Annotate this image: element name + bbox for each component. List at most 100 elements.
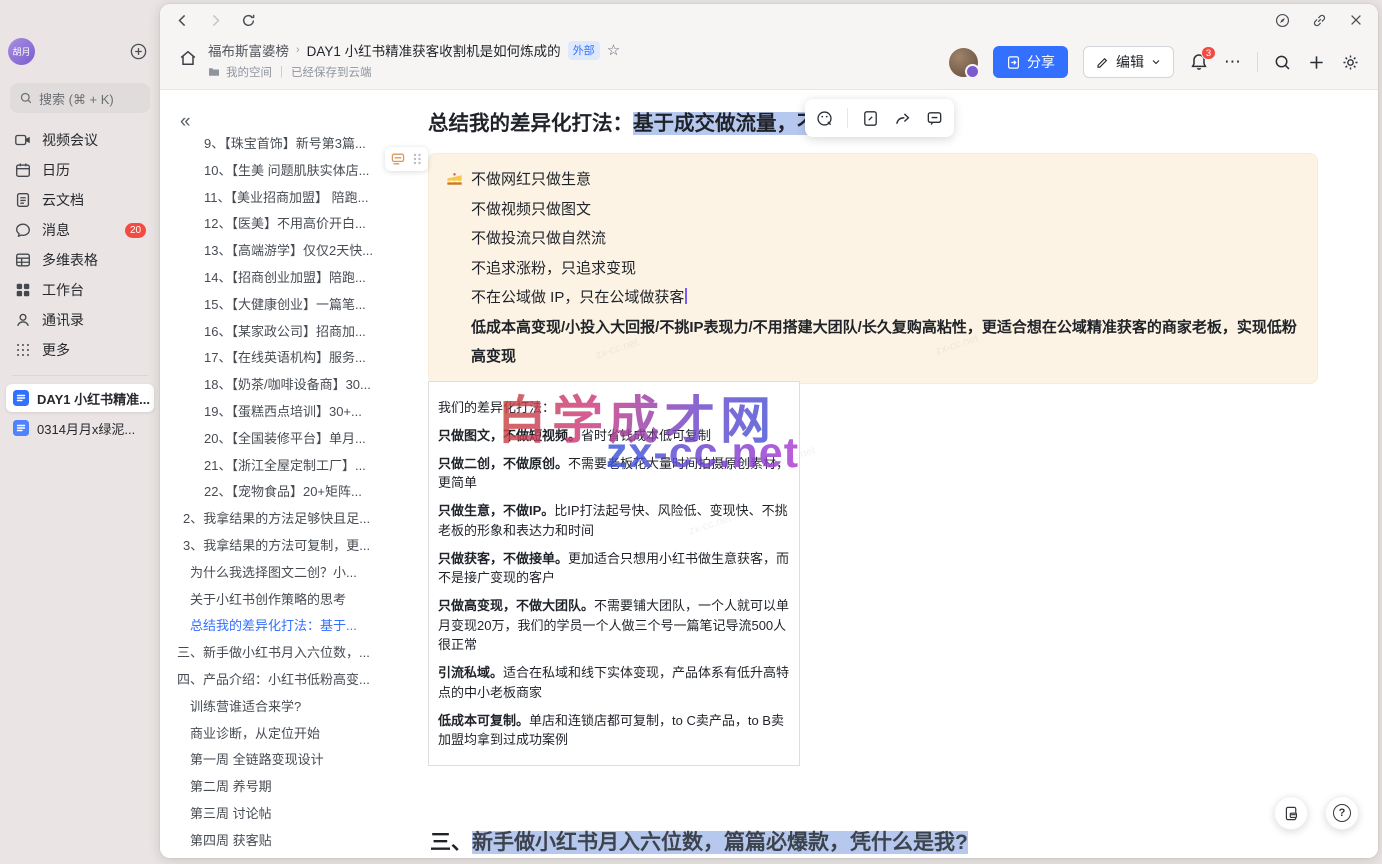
toc-item[interactable]: 关于小红书创作策略的思考 [177,587,423,614]
callout-bold-line: 低成本高变现/小投入大回报/不挑IP表现力/不用搭建大团队/长久复购高粘性，更适… [471,313,1299,372]
toc-item[interactable]: 14、【招商创业加盟】陪跑... [177,265,423,292]
next-section-heading: 三、新手做小红书月入六位数，篇篇必爆款，凭什么是我? [430,826,968,856]
user-avatar[interactable]: 胡月 [8,38,35,65]
sidebar-item-workbench[interactable]: 工作台 [0,275,160,305]
palette-icon[interactable] [815,109,834,128]
toc-item[interactable]: 第三周 讨论帖 [177,801,423,828]
toc-item[interactable]: 12、【医美】不用高价开白... [177,211,423,238]
help-button[interactable]: ? [1325,796,1359,830]
avatar[interactable] [949,48,978,77]
sidebar-divider [12,375,148,376]
toc-item[interactable]: 13、【高端游学】仅仅2天快... [177,238,423,265]
notification-badge: 3 [1201,46,1216,60]
plus-icon[interactable] [1307,53,1326,72]
doc-file-icon [13,420,29,436]
edit-button[interactable]: 编辑 [1083,46,1174,78]
text-cursor [685,288,687,304]
toc-item[interactable]: 为什么我选择图文二创？小... [177,560,423,587]
sidebar-doc-0314[interactable]: 0314月月x绿泥... [6,414,154,442]
space-label[interactable]: 我的空间 [226,64,272,80]
sidebar-item-messages[interactable]: 消息 20 [0,215,160,245]
sidebar-item-video-meeting[interactable]: 视频会议 [0,125,160,155]
message-icon [14,221,32,239]
toc-item[interactable]: 21、【浙江全屋定制工厂】... [177,453,423,480]
toc-item[interactable]: 22、【宠物食品】20+矩阵... [177,479,423,506]
breadcrumb-current[interactable]: DAY1 小红书精准获客收割机是如何炼成的 [307,40,561,60]
box-point: 只做高变现，不做大团队。不需要铺大团队，一个人就可以单月变现20万，我们的学员一… [438,596,790,655]
pencil-icon [1095,55,1110,70]
sidebar-item-contacts[interactable]: 通讯录 [0,305,160,335]
document-outline: 9、【珠宝首饰】新号第3篇... 10、【生美 问题肌肤实体店... 11、【美… [177,131,423,855]
star-icon[interactable]: ☆ [607,43,620,58]
toc-item[interactable]: 三、新手做小红书月入六位数，... [177,640,423,667]
sidebar-item-label: 云文档 [42,190,84,210]
document-content: « 9、【珠宝首饰】新号第3篇... 10、【生美 问题肌肤实体店... 11、… [160,91,1378,858]
gear-icon[interactable] [1341,53,1360,72]
toc-item[interactable]: 训练营谁适合来学? [177,694,423,721]
app-sidebar: 胡月 搜索 (⌘ + K) 视频会议 日历 云文档 消息 20 多维表格 [0,0,160,864]
home-icon[interactable] [178,48,198,80]
box-intro: 我们的差异化打法： [438,398,790,418]
compass-icon[interactable] [1274,12,1291,29]
comment-icon[interactable] [925,109,944,128]
forward-icon[interactable] [207,12,224,29]
back-icon[interactable] [174,12,191,29]
close-icon[interactable] [1348,12,1364,28]
sidebar-item-label: 日历 [42,160,70,180]
copy-link-icon[interactable] [861,109,880,128]
breadcrumb-root[interactable]: 福布斯富婆榜 [208,40,289,60]
sidebar-item-cloud-docs[interactable]: 云文档 [0,185,160,215]
toc-item[interactable]: 商业诊断，从定位开始 [177,721,423,748]
box-point: 只做二创，不做原创。不需要老板花大量时间拍摄原创素材，更简单 [438,454,790,493]
collapse-outline-icon[interactable]: « [180,111,191,133]
callout-block[interactable]: 不做网红只做生意 不做视频只做图文 不做投流只做自然流 不追求涨粉，只追求变现 … [428,153,1318,384]
search-input[interactable]: 搜索 (⌘ + K) [10,83,150,113]
toc-item[interactable]: 11、【美业招商加盟】 陪跑... [177,185,423,212]
search-icon[interactable] [1273,53,1292,72]
toc-item[interactable]: 第一周 全链路变现设计 [177,747,423,774]
callout-line: 不做网红只做生意 [471,165,1299,195]
callout-line: 不追求涨粉，只追求变现 [471,254,1299,284]
toc-item[interactable]: 19、【蛋糕西点培训】30+... [177,399,423,426]
external-badge: 外部 [568,41,600,60]
share-doc-icon [1006,55,1021,70]
more-options-button[interactable]: ⋯ [1224,52,1242,72]
toc-item[interactable]: 15、【大健康创业】一篇笔... [177,292,423,319]
calendar-icon [14,161,32,179]
workbench-icon [14,281,32,299]
playbook-box[interactable]: 我们的差异化打法： 只做图文，不做短视频。省时省钱成本低可复制 只做二创，不做原… [428,381,800,766]
box-point: 引流私域。适合在私域和线下实体变现，产品体系有低升高特点的中小老板商家 [438,663,790,702]
share-button[interactable]: 分享 [993,46,1068,78]
share-arrow-icon[interactable] [893,109,912,128]
folder-icon [208,66,220,78]
link-icon[interactable] [1311,12,1328,29]
toc-item[interactable]: 20、【全国装修平台】单月... [177,426,423,453]
sidebar-doc-day1[interactable]: DAY1 小红书精准... [6,384,154,412]
add-icon[interactable] [129,42,148,61]
selection-toolbar [805,99,954,137]
toc-item[interactable]: 第二周 养号期 [177,774,423,801]
toc-item[interactable]: 第四周 获客贴 [177,828,423,855]
toc-item-active[interactable]: 总结我的差异化打法：基于... [177,613,423,640]
toc-item[interactable]: 17、【在线英语机构】服务... [177,345,423,372]
toc-item[interactable]: 16、【某家政公司】招商加... [177,319,423,346]
sidebar-item-label: 视频会议 [42,130,98,150]
document-window: 福布斯富婆榜 › DAY1 小红书精准获客收割机是如何炼成的 外部 ☆ 我的空间… [160,4,1378,858]
drag-handle-icon[interactable] [411,152,423,166]
sidebar-item-more[interactable]: 更多 [0,335,160,365]
box-point: 只做图文，不做短视频。省时省钱成本低可复制 [438,426,790,446]
feedback-button[interactable] [1274,796,1308,830]
sidebar-item-label: 工作台 [42,280,84,300]
sidebar-item-calendar[interactable]: 日历 [0,155,160,185]
sidebar-item-base-table[interactable]: 多维表格 [0,245,160,275]
comment-icon[interactable] [390,151,406,167]
toc-item[interactable]: 2、我拿结果的方法足够快且足... [177,506,423,533]
toc-item[interactable]: 18、【奶茶/咖啡设备商】30... [177,372,423,399]
toc-item[interactable]: 四、产品介绍：小红书低粉高变... [177,667,423,694]
notifications-button[interactable]: 3 [1189,52,1209,72]
toc-item[interactable]: 3、我拿结果的方法可复制，更... [177,533,423,560]
refresh-icon[interactable] [240,12,257,29]
box-point: 只做生意，不做IP。比IP打法起号快、风险低、变现快、不挑老板的形象和表达力和时… [438,501,790,540]
selected-text: 新手做小红书月入六位数，篇篇必爆款，凭什么是我? [472,831,968,854]
chevron-down-icon [1150,56,1162,68]
